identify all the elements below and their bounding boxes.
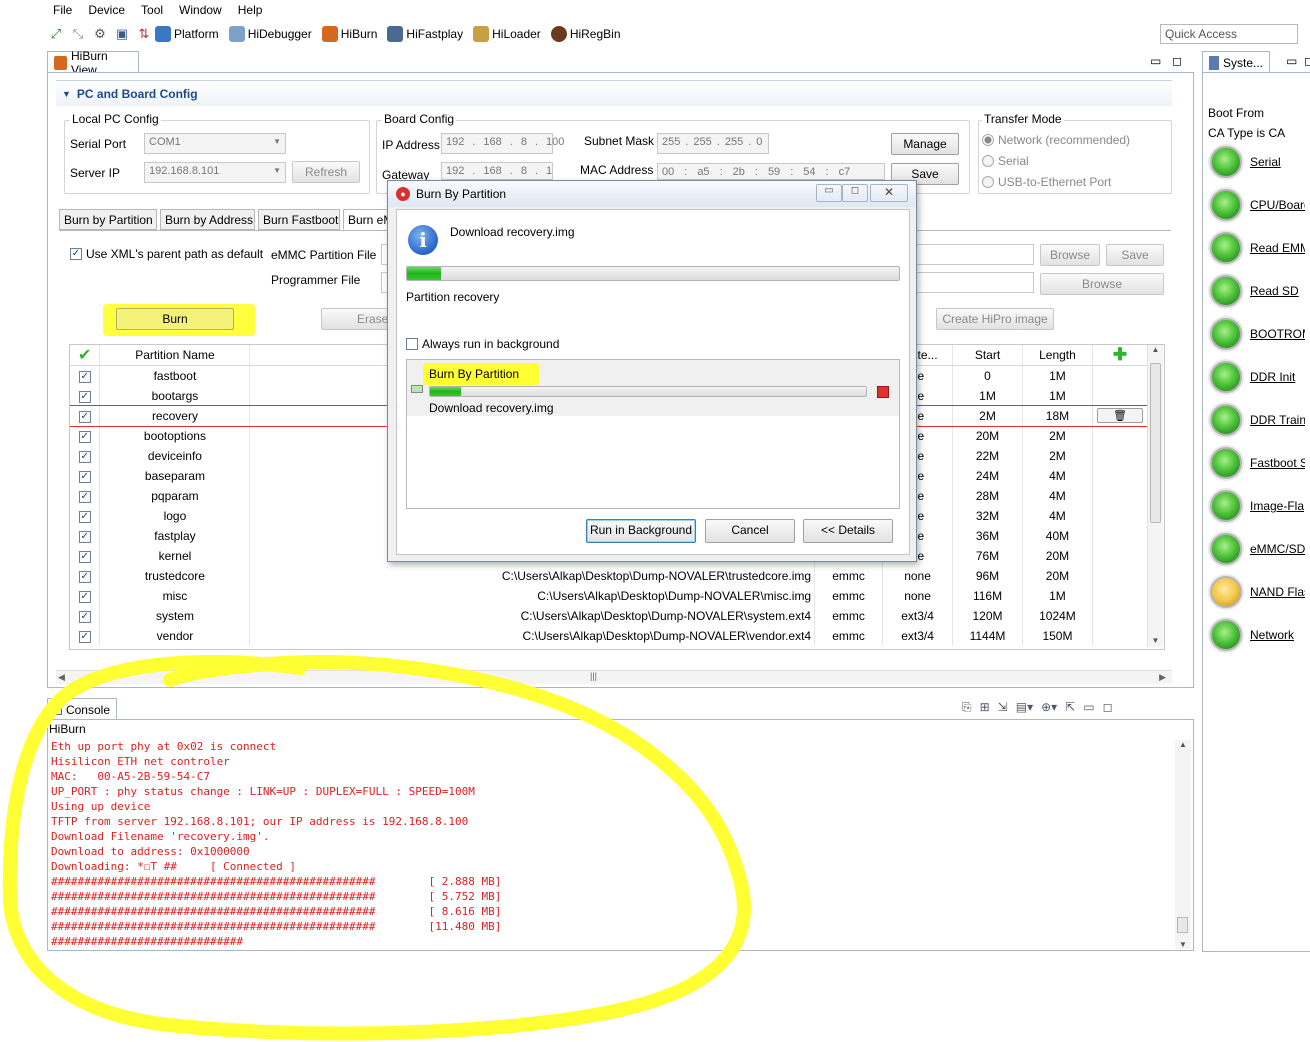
yellow-annotation-loop	[2, 655, 751, 1041]
